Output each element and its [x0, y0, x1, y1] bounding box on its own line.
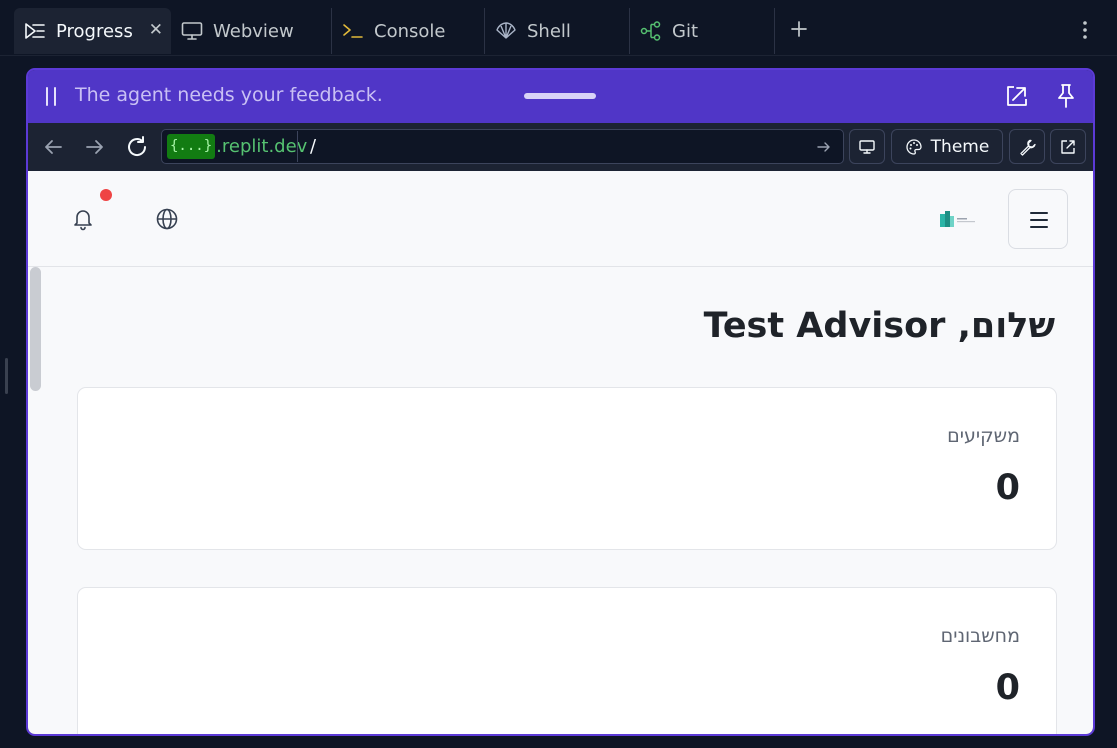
tab-label: Progress [56, 20, 133, 42]
palette-icon [906, 138, 922, 155]
device-preview-button[interactable] [849, 129, 885, 164]
theme-button[interactable]: Theme [891, 129, 1003, 164]
wrench-icon [1020, 139, 1036, 156]
feedback-message: The agent needs your feedback. [75, 84, 383, 106]
tab-label: Webview [213, 20, 294, 42]
more-vertical-icon[interactable] [1076, 18, 1094, 42]
hamburger-menu-button[interactable] [1008, 189, 1068, 249]
git-branch-icon [640, 21, 661, 41]
drag-handle[interactable] [524, 93, 596, 99]
address-bar[interactable]: {...} .replit.dev / [161, 129, 844, 164]
webview-viewport: שלום, Test Advisor משקיעים 0 מחשבונים 0 [28, 171, 1093, 734]
monitor-icon [181, 22, 203, 40]
stat-label: מחשבונים [940, 625, 1020, 647]
browser-toolbar: {...} .replit.dev / Theme [28, 123, 1093, 171]
app-header [28, 171, 1093, 267]
open-external-icon[interactable] [1005, 84, 1029, 108]
feedback-banner: The agent needs your feedback. [28, 70, 1093, 123]
domain-chip: {...} .replit.dev [167, 134, 307, 159]
tab-progress[interactable]: Progress ✕ [14, 8, 171, 54]
bell-icon[interactable] [71, 207, 95, 231]
monitor-icon [859, 139, 875, 154]
notification-dot [100, 189, 112, 201]
stat-card-calculators: מחשבונים 0 [77, 587, 1057, 734]
progress-icon [25, 23, 45, 39]
open-new-tab-button[interactable] [1050, 129, 1086, 164]
tab-label: Shell [527, 20, 571, 42]
workspace-tab-bar: Progress ✕ Webview Console Shell Git [0, 0, 1117, 56]
devtools-button[interactable] [1009, 129, 1045, 164]
tab-webview[interactable]: Webview [171, 8, 332, 54]
add-tab-icon[interactable] [788, 18, 810, 40]
pin-icon[interactable] [1054, 83, 1078, 109]
tab-git[interactable]: Git [630, 8, 775, 54]
external-link-icon [1061, 139, 1075, 154]
back-arrow-icon[interactable] [41, 135, 65, 159]
shell-icon [496, 22, 516, 39]
globe-icon[interactable] [155, 207, 179, 231]
domain-text: .replit.dev [216, 136, 308, 157]
url-path-input[interactable]: / [310, 136, 316, 157]
tab-label: Git [672, 20, 699, 42]
brand-logo[interactable] [938, 208, 980, 230]
scrollbar[interactable] [30, 267, 41, 391]
pause-icon[interactable] [45, 87, 57, 106]
tab-label: Console [374, 20, 446, 42]
stat-value: 0 [995, 668, 1020, 708]
tab-shell[interactable]: Shell [485, 8, 630, 54]
stat-label: משקיעים [947, 425, 1020, 447]
console-prompt-icon [343, 24, 363, 38]
domain-placeholder: {...} [167, 134, 216, 159]
page-title: שלום, Test Advisor [703, 306, 1055, 346]
theme-label: Theme [930, 136, 990, 157]
forward-arrow-icon[interactable] [83, 135, 107, 159]
resize-handle[interactable] [5, 358, 8, 394]
refresh-icon[interactable] [125, 135, 149, 159]
stat-card-investors: משקיעים 0 [77, 387, 1057, 550]
close-icon[interactable]: ✕ [149, 20, 163, 40]
go-arrow-icon[interactable] [816, 139, 832, 155]
webview-panel: The agent needs your feedback. {...} .re… [26, 68, 1095, 736]
stat-value: 0 [995, 468, 1020, 508]
tab-console[interactable]: Console [332, 8, 485, 54]
divider [297, 131, 298, 162]
